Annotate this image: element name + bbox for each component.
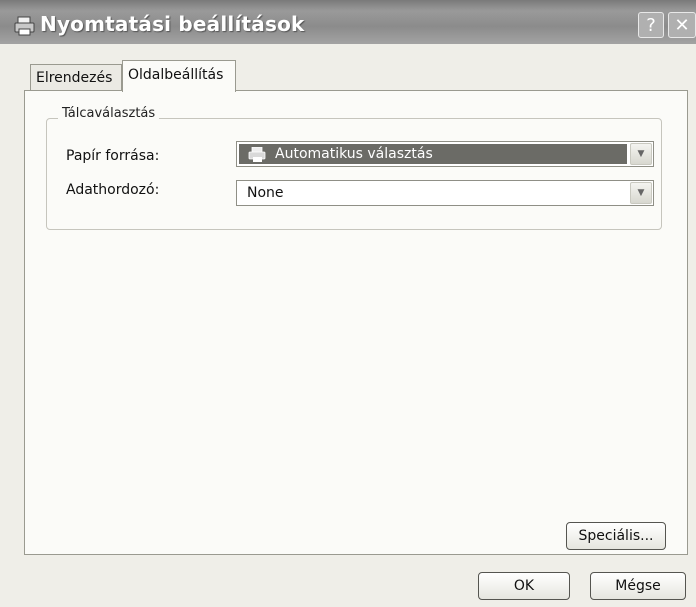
media-label: Adathordozó: (66, 182, 160, 198)
tab-layout[interactable]: Elrendezés (30, 64, 122, 90)
cancel-button[interactable]: Mégse (590, 572, 686, 600)
scan-bleed-through (300, 354, 690, 376)
chevron-down-icon: ▼ (637, 188, 645, 198)
chevron-down-icon: ▼ (637, 149, 645, 159)
help-button[interactable]: ? (638, 12, 664, 38)
tray-selection-group (46, 118, 662, 230)
print-settings-dialog: Nyomtatási beállítások ? ✕ Elrendezés Ol… (0, 0, 696, 607)
dropdown-arrow-button[interactable]: ▼ (630, 143, 652, 165)
ok-button[interactable]: OK (478, 572, 570, 600)
paper-source-value: Automatikus választás (275, 146, 433, 162)
paper-source-label: Papír forrása: (66, 148, 160, 164)
window-title: Nyomtatási beállítások (40, 12, 305, 36)
tab-page-setup[interactable]: Oldalbeállítás (122, 60, 236, 92)
paper-source-select[interactable]: Automatikus választás ▼ (236, 141, 654, 167)
close-button[interactable]: ✕ (668, 12, 696, 38)
help-icon: ? (646, 14, 656, 36)
group-title: Tálcaválasztás (58, 106, 160, 121)
dropdown-arrow-button[interactable]: ▼ (630, 182, 652, 204)
media-select[interactable]: None ▼ (236, 180, 654, 206)
special-button[interactable]: Speciális... (566, 522, 666, 550)
printer-icon (14, 16, 36, 36)
title-bar: Nyomtatási beállítások ? ✕ (0, 0, 696, 44)
media-value: None (247, 185, 284, 201)
printer-icon (247, 146, 269, 163)
close-icon: ✕ (674, 14, 690, 36)
selected-option-highlight: Automatikus választás (239, 144, 627, 164)
